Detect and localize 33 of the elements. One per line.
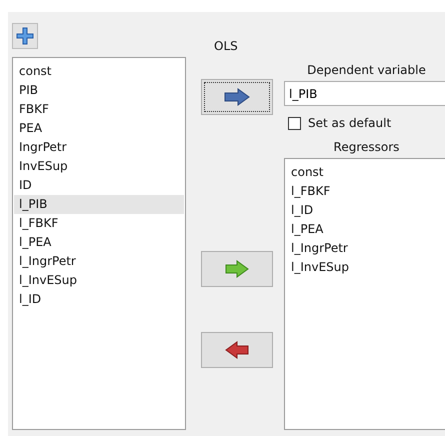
list-item[interactable]: const — [286, 163, 445, 182]
list-item[interactable]: InvESup — [14, 157, 184, 176]
dialog-title: OLS — [214, 38, 238, 52]
list-label: Regressors — [332, 139, 400, 156]
right-arrow-icon — [225, 260, 249, 278]
list-item[interactable]: l_ID — [14, 290, 184, 309]
list-item[interactable]: PEA — [14, 119, 184, 138]
list-item[interactable]: l_PEA — [286, 220, 445, 239]
list-item[interactable]: IngrPetr — [14, 138, 184, 157]
list-item[interactable]: l_ID — [286, 201, 445, 220]
left-arrow-icon — [225, 341, 249, 359]
remove-button[interactable] — [201, 332, 273, 368]
list-item[interactable]: FBKF — [14, 100, 184, 119]
list-item[interactable]: const — [14, 62, 184, 81]
add-button[interactable] — [12, 22, 38, 48]
checkbox[interactable] — [288, 116, 301, 130]
right-arrow-icon — [224, 88, 250, 106]
plus-icon — [16, 26, 34, 44]
list-item[interactable]: l_FBKF — [286, 182, 445, 201]
dependent-field[interactable]: l_PIB — [284, 81, 445, 106]
list-item[interactable]: l_IngrPetr — [14, 252, 184, 271]
list-item[interactable]: l_FBKF — [14, 214, 184, 233]
list-item[interactable]: ID — [14, 176, 184, 195]
list-item[interactable]: l_InvESup — [286, 258, 445, 277]
list-item[interactable]: l_IngrPetr — [286, 239, 445, 258]
checkbox-label: Set as default — [308, 116, 392, 130]
list-item[interactable]: l_InvESup — [14, 271, 184, 290]
add-regressor-button[interactable] — [201, 251, 273, 287]
field-label: Dependent variable — [306, 62, 427, 79]
set-dependent-button[interactable] — [201, 79, 273, 115]
list-item[interactable]: PIB — [14, 81, 184, 100]
list-item[interactable]: l_PIB — [14, 195, 184, 214]
list-item[interactable]: l_PEA — [14, 233, 184, 252]
